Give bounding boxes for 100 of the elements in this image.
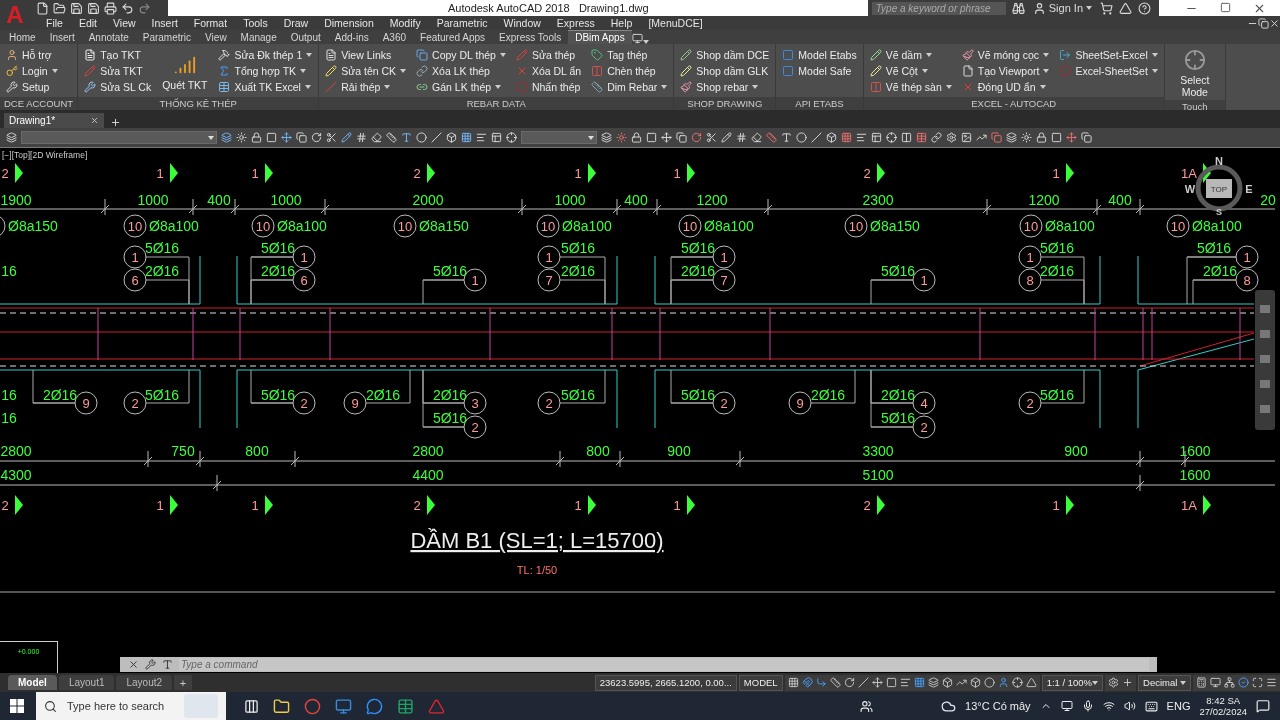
- stirrup-label: Ø8a100: [149, 218, 199, 234]
- rebar-label: 16: [1, 263, 17, 279]
- clock-date[interactable]: 27/02/2024: [1199, 706, 1247, 717]
- ribbon-tab[interactable]: Output: [283, 30, 328, 44]
- rebar-label: 2Ø16: [365, 387, 401, 403]
- ribbon-button[interactable]: Vẽ móng cọc: [959, 47, 1052, 63]
- menu-item[interactable]: View: [105, 16, 144, 30]
- sign-in-button[interactable]: Sign In: [1030, 1, 1094, 15]
- add-layout-button[interactable]: +: [174, 675, 193, 690]
- menu-item[interactable]: Dimension: [316, 16, 382, 30]
- search-input[interactable]: Type here to search: [65, 699, 176, 713]
- ribbon-button[interactable]: Shop dầm DCE: [678, 47, 772, 63]
- ribbon-button[interactable]: Model Safe: [780, 63, 859, 79]
- search-field[interactable]: Type a keyword or phrase: [871, 1, 1006, 15]
- ribbon-button[interactable]: Shop rebar: [678, 79, 772, 95]
- ribbon-tab[interactable]: View: [198, 30, 234, 44]
- ribbon-tab[interactable]: Manage: [233, 30, 284, 44]
- menu-item[interactable]: Window: [495, 16, 549, 30]
- ribbon-button[interactable]: Nhấn thép: [513, 79, 584, 95]
- rebar-label: 16: [1, 410, 17, 426]
- bar-callout: 1: [1235, 245, 1259, 269]
- ribbon-button[interactable]: Tạo TKT: [82, 47, 154, 63]
- ribbon-button[interactable]: Chèn thép: [589, 63, 670, 79]
- section-mark: 1: [156, 498, 164, 513]
- section-mark: 2: [863, 498, 871, 513]
- ribbon-button[interactable]: Tạo Viewport: [959, 63, 1052, 79]
- units-dropdown[interactable]: Decimal: [1138, 674, 1191, 691]
- ribbon-button[interactable]: Model Etabs: [780, 47, 859, 63]
- ribbon-button[interactable]: Đóng UD ẩn: [959, 79, 1052, 95]
- ribbon-button[interactable]: Quét TKT: [159, 51, 211, 93]
- menu-item[interactable]: File: [38, 16, 71, 30]
- weather-text[interactable]: 13°C Có mây: [965, 700, 1031, 712]
- ribbon-button[interactable]: Shop dầm GLK: [678, 63, 772, 79]
- ribbon-button[interactable]: Xuất TK Excel: [216, 79, 315, 95]
- ribbon-button[interactable]: Tổng hợp TK: [216, 63, 315, 79]
- menu-item[interactable]: Format: [185, 16, 236, 30]
- model-space-button[interactable]: MODEL: [738, 674, 783, 691]
- ribbon-button[interactable]: Sửa SL Ck: [82, 79, 154, 95]
- menu-item[interactable]: Draw: [275, 16, 317, 30]
- viewport-label[interactable]: [−][Top][2D Wireframe]: [2, 150, 88, 160]
- clock-time[interactable]: 8:42 SA: [1206, 695, 1241, 706]
- menu-item[interactable]: Tools: [235, 16, 276, 30]
- annotation-scale-button[interactable]: 1:1 / 100%: [1041, 674, 1104, 691]
- ribbon-tab[interactable]: Parametric: [135, 30, 199, 44]
- ribbon-tab[interactable]: A360: [375, 30, 414, 44]
- ribbon-button[interactable]: Hỗ trợ: [4, 47, 60, 63]
- ribbon-button[interactable]: Gán LK thép: [414, 79, 508, 95]
- ribbon-button[interactable]: Dim Rebar: [589, 79, 670, 95]
- ribbon-button[interactable]: Login: [4, 63, 60, 79]
- layout-tab[interactable]: Layout2: [116, 675, 173, 690]
- ribbon-button[interactable]: Rải thép: [323, 79, 409, 95]
- ribbon-button[interactable]: Sửa TKT: [82, 63, 154, 79]
- bar-callout: 10: [536, 214, 560, 238]
- rebar-label: 5Ø16: [1039, 240, 1075, 256]
- ribbon-button[interactable]: Xóa LK thép: [414, 63, 508, 79]
- ribbon-tab[interactable]: Featured Apps: [413, 30, 493, 44]
- section-mark: 1A: [1181, 166, 1197, 181]
- rebar-label: 2Ø16: [560, 263, 596, 279]
- ribbon-tab[interactable]: Annotate: [81, 30, 136, 44]
- ribbon-button[interactable]: Vẽ Cột: [867, 63, 954, 79]
- section-mark: 1: [156, 166, 164, 181]
- ribbon-button[interactable]: Sửa tên CK: [323, 63, 409, 79]
- ribbon-button[interactable]: Sửa Đk thép 1: [216, 47, 315, 63]
- ribbon-tab[interactable]: Add-ins: [327, 30, 376, 44]
- menu-item[interactable]: Parametric: [428, 16, 496, 30]
- ribbon-button[interactable]: SheetSet-Excel: [1057, 47, 1160, 63]
- ribbon-tab[interactable]: Insert: [42, 30, 82, 44]
- ribbon-button[interactable]: View Links: [323, 47, 409, 63]
- bar-callout: 10: [1166, 214, 1190, 238]
- file-tab[interactable]: Drawing1*: [4, 113, 104, 128]
- section-mark: 1: [251, 498, 259, 513]
- bar-callout: 10: [251, 214, 275, 238]
- bar-callout: 9: [343, 391, 367, 415]
- section-mark: 2: [863, 166, 871, 181]
- language-indicator[interactable]: ENG: [1166, 700, 1191, 712]
- ribbon-button[interactable]: Vẽ thép sàn: [867, 79, 954, 95]
- ribbon-button[interactable]: Select Mode: [1168, 47, 1221, 100]
- layout-tab[interactable]: Model: [8, 675, 57, 690]
- layout-tab[interactable]: Layout1: [58, 675, 115, 690]
- taskbar-search-field[interactable]: Type here to search: [36, 692, 226, 720]
- section-mark: 1: [574, 166, 582, 181]
- ribbon-button[interactable]: Tag thép: [589, 47, 670, 63]
- menu-item[interactable]: Help: [602, 16, 641, 30]
- menu-item[interactable]: Express: [548, 16, 603, 30]
- ribbon-tab[interactable]: Home: [2, 30, 43, 44]
- ribbon-button[interactable]: Setup: [4, 79, 60, 95]
- command-input[interactable]: Type a command: [179, 658, 1149, 671]
- viewcube-top-face[interactable]: TOP: [1206, 179, 1232, 198]
- panel-title: DCE ACCOUNT: [0, 97, 78, 110]
- ribbon-tab[interactable]: DBim Apps: [568, 30, 632, 44]
- ribbon-button[interactable]: Xóa DL ẩn: [513, 63, 584, 79]
- ribbon-button[interactable]: Vẽ dầm: [867, 47, 954, 63]
- menu-item[interactable]: Insert: [143, 16, 186, 30]
- ribbon-button[interactable]: Sửa thép: [513, 47, 584, 63]
- ribbon-tab[interactable]: Express Tools: [492, 30, 569, 44]
- menu-item[interactable]: Modify: [381, 16, 429, 30]
- ribbon-button[interactable]: Copy DL thép: [414, 47, 508, 63]
- menu-item[interactable]: Edit: [70, 16, 105, 30]
- ribbon-button[interactable]: Excel-SheetSet: [1057, 63, 1160, 79]
- menu-item[interactable]: [MenuDCE]: [640, 16, 711, 30]
